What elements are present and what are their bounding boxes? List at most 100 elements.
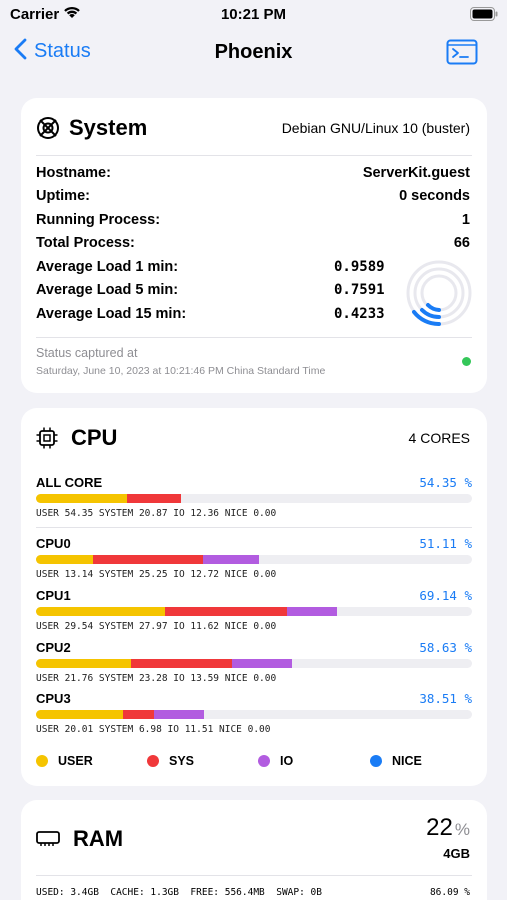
load-15min-row: Average Load 15 min: 0.4233 <box>36 306 385 329</box>
cpu-core-name: CPU1 <box>36 588 71 603</box>
bar-segment-user <box>36 607 165 616</box>
cpu-core-detail: USER 20.01 SYSTEM 6.98 IO 11.51 NICE 0.0… <box>36 724 271 735</box>
cpu-core-percent: 38.51 % <box>419 691 472 706</box>
cpu-core-percent: 69.14 % <box>419 588 472 603</box>
bar-segment-sys <box>130 659 233 668</box>
cpu-usage-bar <box>36 555 472 564</box>
cpu-core-detail: USER 54.35 SYSTEM 20.87 IO 12.36 NICE 0.… <box>36 508 277 519</box>
cpu-core-detail: USER 21.76 SYSTEM 23.28 IO 13.59 NICE 0.… <box>36 673 277 684</box>
row-label: Total Process: <box>36 235 135 251</box>
cpu-title: CPU <box>71 425 118 450</box>
clock-time: 10:21 PM <box>220 6 287 23</box>
bar-segment-sys <box>126 494 181 503</box>
row-value: 1 <box>461 212 470 228</box>
memory-icon <box>36 829 60 852</box>
row-value: ServerKit.guest <box>362 165 470 181</box>
legend-dot <box>36 755 48 767</box>
ram-detail: USED: 3.4GB CACHE: 1.3GB FREE: 556.4MB S… <box>36 887 322 898</box>
legend-dot <box>370 755 382 767</box>
cpu-usage-bar <box>36 607 472 616</box>
cpu-core-name: ALL CORE <box>36 475 103 490</box>
captured-title: Status captured at <box>36 346 138 360</box>
row-value: 0 seconds <box>399 188 470 204</box>
cpu-core-row: CPU0 51.11 % USER 13.14 SYSTEM 25.25 IO 12… <box>36 536 472 584</box>
legend-dot <box>258 755 270 767</box>
ram-total: 4GB <box>443 846 470 861</box>
system-title: System <box>69 115 148 140</box>
legend-label: USER <box>58 754 93 768</box>
legend-sys: SYS <box>147 754 194 768</box>
terminal-icon <box>446 39 478 69</box>
bar-segment-io <box>153 710 204 719</box>
bar-segment-sys <box>164 607 287 616</box>
cpu-chip-icon <box>36 427 58 454</box>
terminal-button[interactable] <box>446 39 478 70</box>
status-indicator <box>462 357 471 366</box>
bar-segment-user <box>36 555 94 564</box>
cpu-card: CPU 4 CORES ALL CORE 54.35 % USER 54.35 SY… <box>21 408 487 786</box>
battery-icon <box>470 7 498 26</box>
load-label: Average Load 1 min: <box>36 259 179 275</box>
load-label: Average Load 5 min: <box>36 282 179 298</box>
row-label: Running Process: <box>36 212 161 228</box>
system-card: System Debian GNU/Linux 10 (buster) Host… <box>21 98 487 393</box>
load-value: 0.7591 <box>334 282 385 298</box>
cpu-core-name: CPU3 <box>36 691 71 706</box>
cpu-core-row: CPU3 38.51 % USER 20.01 SYSTEM 6.98 IO 11.… <box>36 691 472 739</box>
cores-count: 4 CORES <box>408 430 470 446</box>
ram-percent: 22% <box>426 814 470 842</box>
running-process-row: Running Process: 1 <box>36 212 470 235</box>
cpu-core-detail: USER 29.54 SYSTEM 27.97 IO 11.62 NICE 0.… <box>36 621 277 632</box>
hostname-row: Hostname: ServerKit.guest <box>36 165 470 188</box>
bar-segment-user <box>36 659 131 668</box>
cpu-core-name: CPU2 <box>36 640 71 655</box>
row-label: Uptime: <box>36 188 90 204</box>
bar-segment-sys <box>123 710 154 719</box>
status-bar: Carrier 10:21 PM <box>0 0 507 30</box>
load-label: Average Load 15 min: <box>36 306 187 322</box>
legend-io: IO <box>258 754 293 768</box>
divider <box>36 155 472 156</box>
cpu-usage-bar <box>36 494 472 503</box>
legend-user: USER <box>36 754 93 768</box>
divider <box>36 527 472 528</box>
divider <box>36 875 472 876</box>
system-icon <box>36 116 60 145</box>
os-label: Debian GNU/Linux 10 (buster) <box>281 120 470 136</box>
bar-segment-user <box>36 710 124 719</box>
cpu-core-row: ALL CORE 54.35 % USER 54.35 SYSTEM 20.87 I… <box>36 475 472 523</box>
ram-percent-value: 22 <box>426 814 453 841</box>
cpu-core-row: CPU1 69.14 % USER 29.54 SYSTEM 27.97 IO 11… <box>36 588 472 636</box>
legend-dot <box>147 755 159 767</box>
cpu-usage-bar <box>36 710 472 719</box>
cpu-core-detail: USER 13.14 SYSTEM 25.25 IO 12.72 NICE 0.… <box>36 569 277 580</box>
ram-usage: 86.09 % <box>429 887 470 898</box>
cpu-core-percent: 51.11 % <box>419 536 472 551</box>
load-1min-row: Average Load 1 min: 0.9589 <box>36 259 385 282</box>
row-value: 66 <box>453 235 470 251</box>
page-title: Phoenix <box>214 41 293 63</box>
cpu-core-name: CPU0 <box>36 536 71 551</box>
cpu-core-row: CPU2 58.63 % USER 21.76 SYSTEM 23.28 IO 13… <box>36 640 472 688</box>
bar-segment-io <box>232 659 292 668</box>
cpu-core-percent: 58.63 % <box>419 640 472 655</box>
legend-label: SYS <box>169 754 195 768</box>
cpu-legend: USER SYS IO NICE <box>36 754 472 772</box>
legend-label: IO <box>280 754 294 768</box>
captured-time: Saturday, June 10, 2023 at 10:21:46 PM C… <box>36 365 326 377</box>
load-value: 0.9589 <box>334 259 385 275</box>
uptime-row: Uptime: 0 seconds <box>36 188 470 211</box>
bar-segment-sys <box>93 555 204 564</box>
bar-segment-user <box>36 494 127 503</box>
load-5min-row: Average Load 5 min: 0.7591 <box>36 282 385 305</box>
cpu-usage-bar <box>36 659 472 668</box>
load-gauge-icon <box>404 258 474 333</box>
total-process-row: Total Process: 66 <box>36 235 470 258</box>
ram-title: RAM <box>73 826 124 851</box>
ram-card: RAM 22% 4GB USED: 3.4GB CACHE: 1.3GB FRE… <box>21 800 487 900</box>
bar-segment-io <box>203 555 259 564</box>
cpu-core-percent: 54.35 % <box>419 475 472 490</box>
legend-nice: NICE <box>370 754 422 768</box>
legend-label: NICE <box>392 754 422 768</box>
divider <box>36 337 472 338</box>
